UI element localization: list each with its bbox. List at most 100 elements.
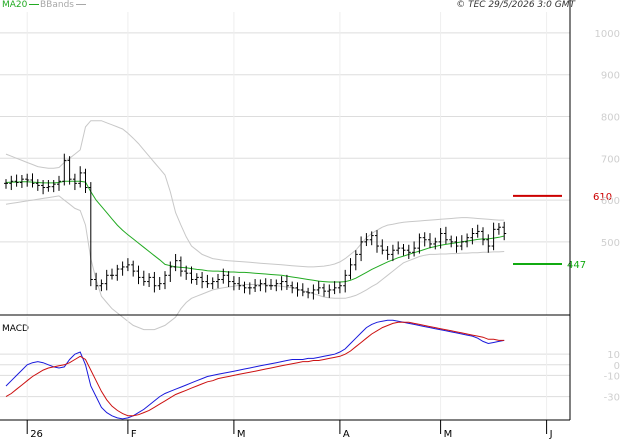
price-bar [136, 265, 141, 285]
price-bar [481, 227, 485, 246]
price-bar [221, 268, 226, 284]
price-bar [502, 221, 507, 241]
x-tick-label: M [237, 429, 246, 440]
price-bar [57, 175, 61, 191]
price-bar [390, 244, 395, 262]
price-bar [322, 283, 326, 297]
macd-y-tick-label: 10 [607, 350, 620, 361]
price-bar [348, 258, 353, 280]
price-bar [406, 244, 411, 259]
price-bar [353, 250, 358, 271]
price-bar [115, 264, 120, 281]
price-bar [475, 224, 480, 238]
price-bar [200, 271, 205, 289]
chart-canvas: 610447 MACD 500 600 700 800 900 1000 100-10 -30… [0, 0, 620, 440]
price-bar [14, 174, 19, 187]
price-bar [25, 173, 30, 187]
price-bar [396, 241, 401, 255]
price-bar [242, 281, 247, 294]
price-y-tick-label: 500 [601, 238, 620, 249]
price-bar [279, 276, 284, 291]
price-bar [300, 283, 305, 297]
price-bar [253, 279, 258, 293]
price-bar [147, 273, 152, 287]
price-bar [178, 256, 183, 277]
price-bar [125, 258, 130, 272]
price-bar [263, 278, 268, 293]
price-bar [454, 236, 459, 253]
price-bar [9, 175, 14, 191]
price-bar [99, 279, 104, 292]
price-bar [216, 274, 220, 289]
price-bar [104, 269, 109, 291]
price-bar [83, 168, 88, 193]
price-bar [120, 261, 125, 276]
price-bar [316, 281, 321, 295]
price-bar [496, 223, 501, 235]
price-bar [237, 276, 242, 290]
price-bar [295, 282, 300, 297]
price-panel: 610447 [0, 12, 612, 331]
price-bar [173, 253, 178, 272]
price-bar [359, 236, 364, 262]
price-bar [226, 271, 231, 287]
price-bar [401, 243, 406, 256]
x-tick-label: F [131, 429, 137, 440]
price-bar [412, 241, 417, 257]
price-bar [163, 271, 167, 290]
signal-line [5, 321, 505, 417]
legend-bbands: BBands [40, 0, 86, 10]
price-bar [258, 279, 263, 292]
price-bar [385, 246, 390, 260]
price-bar [205, 274, 210, 288]
price-bar [67, 156, 72, 185]
price-bar [152, 271, 157, 293]
price-bar [46, 180, 51, 192]
price-bar [459, 235, 464, 251]
price-bar [51, 180, 56, 193]
price-bar [72, 173, 77, 191]
price-bar [327, 284, 332, 298]
x-tick-label: M [444, 429, 453, 440]
bbands-line [5, 120, 505, 268]
price-bar [30, 173, 35, 188]
price-bar [4, 179, 8, 189]
price-bar [35, 179, 40, 191]
x-tick-label: J [549, 429, 553, 440]
legend-ma20: MA20 [2, 0, 39, 10]
price-bar [433, 237, 438, 250]
price-bar [428, 233, 432, 249]
copyright-timestamp: © TEC 29/5/2026 3:0 GMT [456, 0, 575, 10]
price-bar [269, 279, 273, 290]
price-bar [210, 277, 215, 290]
macd-y-tick-label: -10 [604, 371, 620, 382]
price-bar [332, 281, 337, 295]
price-y-tick-label: 700 [601, 154, 620, 165]
macd-y-tick-label: 0 [614, 361, 620, 372]
price-bar [311, 284, 316, 300]
macd-panel-title: MACD [2, 324, 29, 334]
x-tick-label: A [343, 429, 350, 440]
price-bar [131, 260, 136, 277]
price-bar [486, 234, 491, 253]
price-bar [337, 281, 342, 294]
price-bar [306, 287, 311, 299]
price-y-tick-label: 600 [601, 196, 620, 207]
price-bar [274, 279, 279, 292]
macd-y-tick-label: -30 [604, 393, 620, 404]
price-bar [157, 276, 162, 290]
price-bar [168, 261, 173, 282]
chart-root: 610 447 MACD 500 600 700 800 900 1000 10 0 -10 -30… [0, 0, 627, 440]
macd-line [5, 319, 505, 420]
price-bar [141, 270, 146, 286]
price-y-tick-label: 900 [601, 71, 620, 82]
macd-panel: MACD [0, 317, 570, 420]
ma20-line [5, 180, 505, 283]
price-bar [41, 180, 46, 195]
price-y-tick-label: 800 [601, 112, 620, 123]
price-bar [110, 268, 114, 280]
price-bar [491, 222, 496, 251]
x-tick-label: 26 [30, 429, 43, 440]
price-bar [78, 166, 83, 188]
price-bar [194, 273, 199, 285]
